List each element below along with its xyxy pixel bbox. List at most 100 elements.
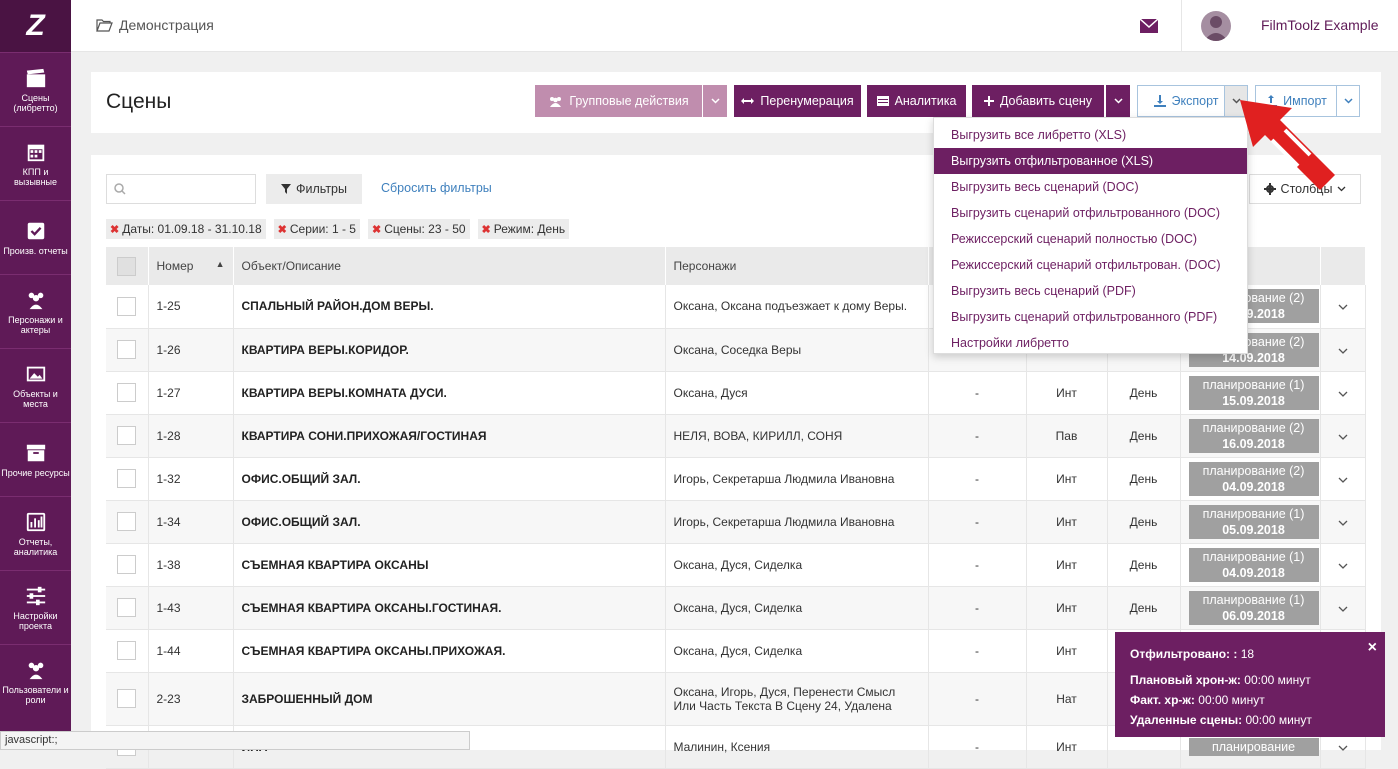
search-input[interactable] <box>131 175 251 201</box>
row-expand-cell[interactable] <box>1320 328 1366 372</box>
export-menu-item[interactable]: Выгрузить все либретто (XLS) <box>934 122 1247 148</box>
status-badge[interactable]: планирование (1) 04.09.2018 <box>1188 547 1319 582</box>
export-menu-item[interactable]: Настройки либретто <box>934 330 1247 356</box>
row-checkbox[interactable] <box>117 340 137 359</box>
sidebar-item-analytics[interactable]: Отчеты, аналитика <box>0 496 71 570</box>
export-menu-item[interactable]: Выгрузить весь сценарий (PDF) <box>934 278 1247 304</box>
export-menu-item[interactable]: Выгрузить весь сценарий (DOC) <box>934 174 1247 200</box>
table-row[interactable]: 1-43 СЪЕМНАЯ КВАРТИРА ОКСАНЫ.ГОСТИНАЯ. Окс… <box>106 586 1366 630</box>
row-checkbox[interactable] <box>117 296 137 316</box>
remove-icon[interactable]: ✖ <box>110 223 119 236</box>
select-all-header[interactable] <box>106 247 149 285</box>
row-checkbox[interactable] <box>117 641 137 660</box>
scene-object[interactable]: ОФИС.ОБЩИЙ ЗАЛ. <box>233 500 666 544</box>
table-row[interactable]: 1-32 ОФИС.ОБЩИЙ ЗАЛ. Игорь, Секретарша Люд… <box>106 457 1366 501</box>
chevron-down-icon[interactable] <box>1338 606 1348 612</box>
status-badge[interactable]: планирование (2) 04.09.2018 <box>1188 461 1319 496</box>
remove-icon[interactable]: ✖ <box>278 223 287 236</box>
chevron-down-icon[interactable] <box>1338 563 1348 569</box>
filters-button[interactable]: Фильтры <box>266 174 362 204</box>
scene-status-cell[interactable]: планирование (1) 04.09.2018 <box>1180 543 1321 587</box>
sidebar-item-reports[interactable]: Произв. отчеты <box>0 200 71 274</box>
filter-chip[interactable]: ✖ Сцены: 23 - 50 <box>367 219 470 239</box>
row-select-cell[interactable] <box>106 672 149 726</box>
close-icon[interactable]: × <box>1368 638 1377 658</box>
chevron-down-icon[interactable] <box>1338 477 1348 483</box>
export-menu-item[interactable]: Режиссерский сценарий отфильтрован. (DOC… <box>934 252 1247 278</box>
sidebar-item-kpp[interactable]: КПП и вызывные <box>0 126 71 200</box>
row-select-cell[interactable] <box>106 543 149 587</box>
chevron-down-icon[interactable] <box>1338 304 1348 311</box>
scene-object[interactable]: СПАЛЬНЫЙ РАЙОН.ДОМ ВЕРЫ. <box>233 285 666 329</box>
row-select-cell[interactable] <box>106 586 149 630</box>
chevron-down-icon[interactable] <box>1338 520 1348 526</box>
scene-object[interactable]: СЪЕМНАЯ КВАРТИРА ОКСАНЫ.ПРИХОЖАЯ. <box>233 629 666 673</box>
chevron-down-icon[interactable] <box>1338 434 1348 440</box>
add-scene-toggle[interactable] <box>1106 85 1130 117</box>
filter-chip[interactable]: ✖ Даты: 01.09.18 - 31.10.18 <box>106 219 266 239</box>
row-expand-cell[interactable] <box>1320 371 1366 415</box>
export-menu-item[interactable]: Выгрузить сценарий отфильтрованного (PDF… <box>934 304 1247 330</box>
chevron-down-icon[interactable] <box>1338 348 1348 354</box>
sidebar-item-settings[interactable]: Настройки проекта <box>0 570 71 644</box>
scene-status-cell[interactable]: планирование (1) 06.09.2018 <box>1180 586 1321 630</box>
sidebar-item-users[interactable]: Пользователи и роли <box>0 644 71 718</box>
row-checkbox[interactable] <box>117 555 137 574</box>
row-select-cell[interactable] <box>106 457 149 501</box>
status-badge[interactable]: планирование (1) 15.09.2018 <box>1188 375 1319 410</box>
row-select-cell[interactable] <box>106 414 149 458</box>
row-select-cell[interactable] <box>106 629 149 673</box>
table-row[interactable]: 1-28 КВАРТИРА СОНИ.ПРИХОЖАЯ/ГОСТИНАЯ НЕЛЯ,… <box>106 414 1366 458</box>
row-checkbox[interactable] <box>117 469 137 488</box>
sidebar-item-scenes[interactable]: Сцены (либретто) <box>0 52 71 126</box>
chevron-down-icon[interactable] <box>1338 391 1348 397</box>
row-expand-cell[interactable] <box>1320 414 1366 458</box>
row-expand-cell[interactable] <box>1320 500 1366 544</box>
group-actions-button[interactable]: Групповые действия <box>535 85 702 117</box>
column-header-characters[interactable]: Персонажи <box>665 247 929 285</box>
mail-icon[interactable] <box>1140 19 1158 33</box>
status-badge[interactable]: планирование (2) 16.09.2018 <box>1188 418 1319 453</box>
sidebar-item-resources[interactable]: Прочие ресурсы <box>0 422 71 496</box>
table-row[interactable]: 1-34 ОФИС.ОБЩИЙ ЗАЛ. Игорь, Секретарша Люд… <box>106 500 1366 544</box>
row-select-cell[interactable] <box>106 371 149 415</box>
analytics-button[interactable]: Аналитика <box>867 85 966 117</box>
row-checkbox[interactable] <box>117 383 137 402</box>
app-logo[interactable]: Z <box>0 0 71 52</box>
avatar[interactable] <box>1201 11 1231 41</box>
search-box[interactable] <box>106 174 256 204</box>
scene-status-cell[interactable]: планирование (2) 04.09.2018 <box>1180 457 1321 501</box>
sidebar-item-locations[interactable]: Объекты и места <box>0 348 71 422</box>
row-expand-cell[interactable] <box>1320 586 1366 630</box>
scene-object[interactable]: КВАРТИРА СОНИ.ПРИХОЖАЯ/ГОСТИНАЯ <box>233 414 666 458</box>
export-menu-item[interactable]: Выгрузить отфильтрованное (XLS) <box>934 148 1247 174</box>
remove-icon[interactable]: ✖ <box>372 223 381 236</box>
export-button[interactable]: Экспорт <box>1137 85 1235 117</box>
renumber-button[interactable]: Перенумерация <box>734 85 861 117</box>
scene-status-cell[interactable]: планирование (1) 15.09.2018 <box>1180 371 1321 415</box>
column-header-number[interactable]: Номер ▲ <box>148 247 234 285</box>
scene-object[interactable]: СЪЕМНАЯ КВАРТИРА ОКСАНЫ.ГОСТИНАЯ. <box>233 586 666 630</box>
table-row[interactable]: 1-27 КВАРТИРА ВЕРЫ.КОМНАТА ДУСИ. Оксана, Д… <box>106 371 1366 415</box>
sidebar-item-characters[interactable]: Персонажи и актеры <box>0 274 71 348</box>
row-checkbox[interactable] <box>117 512 137 531</box>
scene-object[interactable]: ЗАБРОШЕННЫЙ ДОМ <box>233 672 666 726</box>
add-scene-button[interactable]: Добавить сцену <box>972 85 1104 117</box>
row-select-cell[interactable] <box>106 328 149 372</box>
breadcrumb[interactable]: Демонстрация <box>96 17 214 33</box>
scene-object[interactable]: ОФИС.ОБЩИЙ ЗАЛ. <box>233 457 666 501</box>
status-badge[interactable]: планирование (1) 06.09.2018 <box>1188 590 1319 625</box>
row-select-cell[interactable] <box>106 500 149 544</box>
scene-status-cell[interactable]: планирование (2) 16.09.2018 <box>1180 414 1321 458</box>
filter-chip[interactable]: ✖ Серии: 1 - 5 <box>273 219 360 239</box>
row-select-cell[interactable] <box>106 285 149 329</box>
scene-status-cell[interactable]: планирование (1) 05.09.2018 <box>1180 500 1321 544</box>
remove-icon[interactable]: ✖ <box>482 223 491 236</box>
reset-filters-link[interactable]: Сбросить фильтры <box>381 181 492 195</box>
row-expand-cell[interactable] <box>1320 457 1366 501</box>
filter-chip[interactable]: ✖ Режим: День <box>477 219 570 239</box>
export-menu-item[interactable]: Режиссерский сценарий полностью (DOC) <box>934 226 1247 252</box>
scene-object[interactable]: КВАРТИРА ВЕРЫ.КОРИДОР. <box>233 328 666 372</box>
username[interactable]: FilmToolz Example <box>1261 17 1378 33</box>
table-row[interactable]: 1-38 СЪЕМНАЯ КВАРТИРА ОКСАНЫ Оксана, Дуся,… <box>106 543 1366 587</box>
